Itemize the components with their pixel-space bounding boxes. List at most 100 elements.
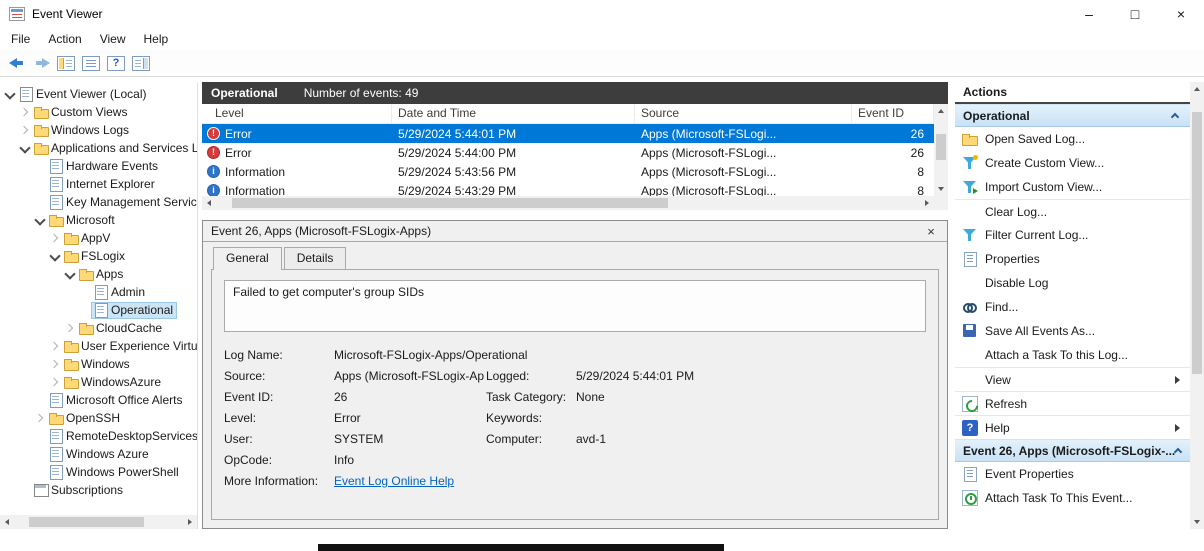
collapse-icon[interactable] bbox=[47, 249, 61, 263]
tree-item[interactable]: OpenSSH bbox=[0, 409, 197, 427]
action-item[interactable]: Create Custom View... bbox=[955, 151, 1191, 175]
event-row[interactable]: ! Error 5/29/2024 5:44:01 PM Apps (Microsof… bbox=[202, 124, 934, 143]
menu-action[interactable]: Action bbox=[39, 28, 90, 50]
tree-item[interactable]: WindowsAzure bbox=[0, 373, 197, 391]
folder-icon bbox=[33, 123, 49, 137]
menu-file[interactable]: File bbox=[2, 28, 39, 50]
tab-details[interactable]: Details bbox=[283, 247, 347, 269]
collapse-icon[interactable] bbox=[2, 87, 16, 101]
scroll-up-icon[interactable] bbox=[1190, 82, 1204, 96]
tree-item[interactable]: Event Viewer (Local) bbox=[0, 85, 197, 103]
tree-item[interactable]: Custom Views bbox=[0, 103, 197, 121]
event-datetime-cell: 5/29/2024 5:44:01 PM bbox=[398, 126, 517, 141]
column-date-time[interactable]: Date and Time bbox=[392, 104, 635, 124]
event-list-vertical-scrollbar[interactable] bbox=[934, 104, 948, 196]
expand-icon[interactable] bbox=[32, 411, 46, 425]
column-event-id[interactable]: Event ID bbox=[852, 104, 934, 124]
tree-item[interactable]: CloudCache bbox=[0, 319, 197, 337]
tree-item[interactable]: User Experience Virtu bbox=[0, 337, 197, 355]
column-source[interactable]: Source bbox=[635, 104, 852, 124]
detail-close-icon[interactable]: × bbox=[923, 224, 939, 239]
show-action-pane-icon[interactable] bbox=[132, 55, 150, 71]
tree-item-label: User Experience Virtu bbox=[81, 339, 197, 353]
tree-item[interactable]: Windows Logs bbox=[0, 121, 197, 139]
action-item[interactable]: Attach a Task To this Log... bbox=[955, 343, 1191, 367]
scroll-right-icon[interactable] bbox=[920, 196, 934, 210]
close-button[interactable]: × bbox=[1158, 0, 1204, 28]
scroll-down-icon[interactable] bbox=[1190, 515, 1204, 529]
scrollbar-thumb[interactable] bbox=[1192, 112, 1202, 374]
event-level-text: Information bbox=[225, 164, 286, 179]
scrollbar-thumb[interactable] bbox=[936, 134, 946, 160]
tree-item[interactable]: AppV bbox=[0, 229, 197, 247]
minimize-button[interactable]: – bbox=[1066, 0, 1112, 28]
expand-icon[interactable] bbox=[62, 321, 76, 335]
collapse-icon[interactable] bbox=[32, 213, 46, 227]
expand-icon[interactable] bbox=[47, 339, 61, 353]
action-item[interactable]: Disable Log bbox=[955, 271, 1191, 295]
expand-icon[interactable] bbox=[17, 105, 31, 119]
action-item[interactable]: Import Custom View... bbox=[955, 175, 1191, 199]
tree-item[interactable]: Windows PowerShell bbox=[0, 463, 197, 481]
action-item[interactable]: Find... bbox=[955, 295, 1191, 319]
action-item[interactable]: Clear Log... bbox=[955, 199, 1191, 223]
actions-section-header[interactable]: Event 26, Apps (Microsoft-FSLogix-... bbox=[955, 439, 1191, 462]
tree-item[interactable]: Subscriptions bbox=[0, 481, 197, 499]
tree-item[interactable]: Admin bbox=[0, 283, 197, 301]
show-console-tree-icon[interactable] bbox=[57, 55, 75, 71]
help-toolbar-icon[interactable] bbox=[107, 55, 125, 71]
event-viewer-app-icon bbox=[9, 7, 25, 21]
tree-item[interactable]: Windows bbox=[0, 355, 197, 373]
tree-item[interactable]: Microsoft Office Alerts bbox=[0, 391, 197, 409]
tree-item[interactable]: Windows Azure bbox=[0, 445, 197, 463]
expand-icon[interactable] bbox=[17, 123, 31, 137]
expand-icon[interactable] bbox=[47, 357, 61, 371]
action-item[interactable]: Attach Task To This Event... bbox=[955, 486, 1191, 510]
event-level-text: Error bbox=[225, 145, 252, 160]
event-row[interactable]: i Information 5/29/2024 5:43:29 PM Apps (Mi… bbox=[202, 181, 934, 196]
action-item[interactable]: Save All Events As... bbox=[955, 319, 1191, 343]
tree-item[interactable]: Hardware Events bbox=[0, 157, 197, 175]
event-row[interactable]: i Information 5/29/2024 5:43:56 PM Apps (Mi… bbox=[202, 162, 934, 181]
event-row[interactable]: ! Error 5/29/2024 5:44:00 PM Apps (Microsof… bbox=[202, 143, 934, 162]
scroll-up-icon[interactable] bbox=[934, 104, 948, 118]
tree-item[interactable]: Apps bbox=[0, 265, 197, 283]
collapse-icon[interactable] bbox=[17, 141, 31, 155]
properties-toolbar-icon[interactable] bbox=[82, 55, 100, 71]
collapse-icon[interactable] bbox=[62, 267, 76, 281]
scroll-left-icon[interactable] bbox=[0, 515, 14, 529]
tree-item[interactable]: Operational bbox=[0, 301, 197, 319]
expand-icon[interactable] bbox=[47, 231, 61, 245]
action-item[interactable]: Refresh bbox=[955, 391, 1191, 415]
event-list-horizontal-scrollbar[interactable] bbox=[202, 196, 934, 210]
action-item[interactable]: Help bbox=[955, 415, 1191, 439]
tree-item[interactable]: Applications and Services Lo bbox=[0, 139, 197, 157]
tree-item[interactable]: Internet Explorer bbox=[0, 175, 197, 193]
action-item[interactable]: Open Saved Log... bbox=[955, 127, 1191, 151]
action-item[interactable]: Event Properties bbox=[955, 462, 1191, 486]
scrollbar-thumb[interactable] bbox=[29, 517, 144, 527]
back-icon[interactable] bbox=[7, 54, 27, 72]
event-log-online-help-link[interactable]: Event Log Online Help bbox=[334, 471, 454, 492]
tree-horizontal-scrollbar[interactable] bbox=[0, 515, 197, 529]
scrollbar-thumb[interactable] bbox=[232, 198, 669, 208]
action-item[interactable]: Filter Current Log... bbox=[955, 223, 1191, 247]
scroll-right-icon[interactable] bbox=[183, 515, 197, 529]
action-item[interactable]: Properties bbox=[955, 247, 1191, 271]
menu-view[interactable]: View bbox=[91, 28, 135, 50]
tree-item[interactable]: FSLogix bbox=[0, 247, 197, 265]
expand-icon[interactable] bbox=[47, 375, 61, 389]
actions-vertical-scrollbar[interactable] bbox=[1190, 82, 1204, 529]
tree-item[interactable]: Key Management Service bbox=[0, 193, 197, 211]
column-level[interactable]: Level bbox=[202, 104, 392, 124]
actions-section-header[interactable]: Operational bbox=[955, 104, 1191, 127]
menu-help[interactable]: Help bbox=[135, 28, 178, 50]
forward-icon[interactable] bbox=[32, 54, 52, 72]
scroll-left-icon[interactable] bbox=[202, 196, 216, 210]
tree-item[interactable]: RemoteDesktopServices bbox=[0, 427, 197, 445]
maximize-button[interactable]: □ bbox=[1112, 0, 1158, 28]
tree-item[interactable]: Microsoft bbox=[0, 211, 197, 229]
scroll-down-icon[interactable] bbox=[934, 182, 948, 196]
tab-general[interactable]: General bbox=[213, 247, 282, 270]
action-item[interactable]: View bbox=[955, 367, 1191, 391]
